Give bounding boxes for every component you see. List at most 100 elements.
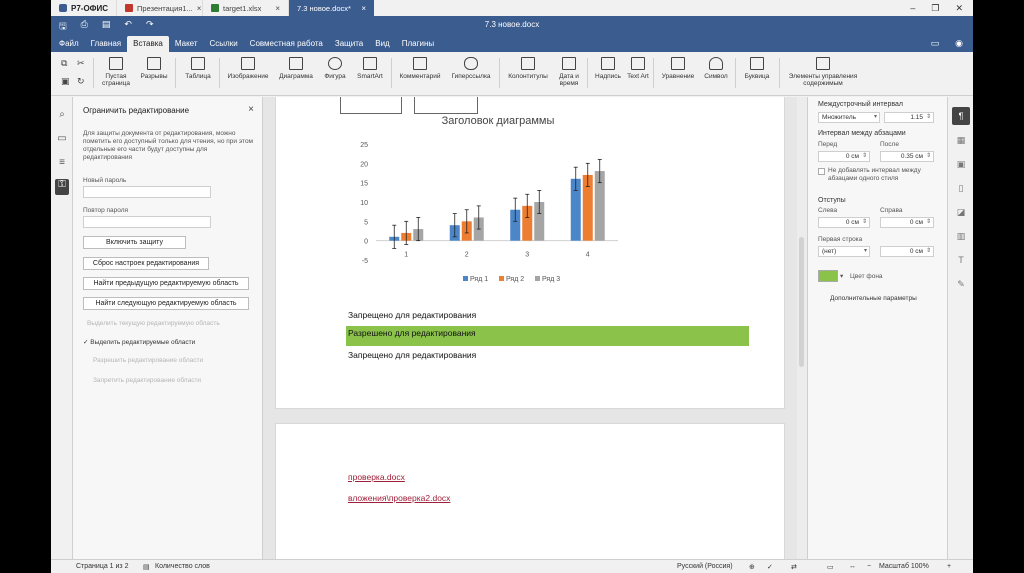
- table-button[interactable]: Таблица: [181, 57, 215, 80]
- tab-protection[interactable]: Защита: [329, 36, 369, 52]
- minimize-icon[interactable]: –: [910, 3, 915, 14]
- equation-button[interactable]: Уравнение: [657, 57, 699, 80]
- globe-icon[interactable]: ⊕: [749, 563, 755, 571]
- line-spacing-value[interactable]: 1.15 ⇕: [884, 112, 934, 123]
- line-spacing-mode-select[interactable]: Множитель ▾: [818, 112, 880, 123]
- advanced-settings-link[interactable]: Дополнительные параметры: [830, 295, 917, 302]
- new-password-input[interactable]: [83, 186, 211, 198]
- text-art-icon: [631, 57, 645, 70]
- zoom-out-icon[interactable]: −: [867, 563, 871, 570]
- image-button[interactable]: Изображение: [223, 57, 273, 80]
- enable-protection-button[interactable]: Включить защиту: [83, 236, 186, 249]
- tab-references[interactable]: Ссылки: [204, 36, 244, 52]
- language-selector[interactable]: Русский (Россия): [677, 563, 733, 570]
- page-1[interactable]: Заголовок диаграммы 25 20 15 10 5 0 -5 1 2 3 4 Ряд 1…: [275, 97, 785, 409]
- button-label: Надпись: [595, 73, 621, 80]
- restrict-editing-icon[interactable]: ⚿: [55, 179, 69, 195]
- reset-settings-button[interactable]: Сброс настроек редактирования: [83, 257, 209, 270]
- table-settings-icon[interactable]: ▦: [955, 135, 967, 147]
- hyperlink-button[interactable]: Гиперссылка: [447, 57, 495, 80]
- close-icon[interactable]: ×: [361, 4, 366, 13]
- close-icon[interactable]: ×: [197, 4, 202, 13]
- doc-line-forbidden[interactable]: Запрещено для редактирования: [348, 350, 476, 360]
- header-footer-button[interactable]: Колонтитулы: [503, 57, 553, 80]
- chart-button[interactable]: Диаграмма: [275, 57, 317, 80]
- spellcheck-icon[interactable]: ✓: [767, 563, 773, 571]
- page-indicator[interactable]: Страница 1 из 2: [76, 563, 128, 570]
- doc-line-allowed[interactable]: Разрешено для редактирования: [346, 326, 749, 346]
- folder-icon[interactable]: ▭: [931, 38, 940, 49]
- textart-settings-icon[interactable]: T: [955, 255, 967, 267]
- paste-icon[interactable]: ▣: [61, 76, 70, 87]
- y-tick-label: 5: [364, 219, 368, 226]
- bar-chart[interactable]: Заголовок диаграммы 25 20 15 10 5 0 -5 1 2 3 4 Ряд 1…: [348, 110, 648, 290]
- close-icon[interactable]: ×: [248, 104, 254, 115]
- find-previous-button[interactable]: Найти предыдущую редактируемую область: [83, 277, 249, 290]
- no-spacing-checkbox[interactable]: [818, 168, 825, 175]
- doc-line-forbidden[interactable]: Запрещено для редактирования: [348, 310, 476, 320]
- blank-page-button[interactable]: Пустая страница: [99, 57, 133, 87]
- breaks-button[interactable]: Разрывы: [137, 57, 171, 80]
- tab-view[interactable]: Вид: [369, 36, 395, 52]
- tab-document[interactable]: 7.3 новое.docx* ×: [288, 0, 375, 16]
- word-count[interactable]: Количество слов: [155, 563, 210, 570]
- chart-settings-icon[interactable]: ▥: [955, 231, 967, 243]
- fit-page-icon[interactable]: ▭: [827, 563, 834, 571]
- header-footer-settings-icon[interactable]: ▯: [955, 183, 967, 195]
- comment-button[interactable]: Комментарий: [395, 57, 445, 80]
- date-time-button[interactable]: Дата и время: [555, 57, 583, 87]
- doc-link[interactable]: вложения\проверка2.docx: [348, 493, 450, 503]
- cut-icon[interactable]: ✂: [77, 58, 85, 69]
- bg-color-swatch[interactable]: [818, 270, 838, 282]
- tab-insert[interactable]: Вставка: [127, 36, 169, 52]
- signature-settings-icon[interactable]: ✎: [955, 279, 967, 291]
- search-icon[interactable]: ⌕: [56, 109, 68, 121]
- restore-icon[interactable]: ❐: [931, 3, 939, 14]
- highlight-editable-checkbox[interactable]: ✓ Выделить редактируемые области: [83, 338, 195, 346]
- tab-layout[interactable]: Макет: [169, 36, 204, 52]
- repeat-password-input[interactable]: [83, 216, 211, 228]
- vertical-scrollbar[interactable]: [797, 97, 807, 559]
- document-canvas[interactable]: Заголовок диаграммы 25 20 15 10 5 0 -5 1 2 3 4 Ряд 1…: [263, 97, 807, 559]
- first-line-select[interactable]: (нет) ▾: [818, 246, 870, 257]
- doc-link[interactable]: проверка.docx: [348, 472, 405, 482]
- tab-presentation[interactable]: Презентация1... ×: [116, 0, 202, 16]
- paragraph-settings-icon[interactable]: ¶: [952, 107, 970, 125]
- left-indent-input[interactable]: 0 см ⇕: [818, 217, 870, 228]
- image-settings-icon[interactable]: ▣: [955, 159, 967, 171]
- text-box-button[interactable]: Надпись: [591, 57, 625, 80]
- comments-icon[interactable]: ▭: [56, 133, 68, 145]
- user-icon[interactable]: ◉: [955, 38, 963, 49]
- symbol-button[interactable]: Символ: [701, 57, 731, 80]
- smartart-button[interactable]: SmartArt: [353, 57, 387, 80]
- new-password-label: Новый пароль: [83, 177, 127, 184]
- format-painter-icon[interactable]: ↻: [77, 76, 85, 87]
- track-changes-icon[interactable]: ⇄: [791, 563, 797, 571]
- tab-home[interactable]: Главная: [85, 36, 127, 52]
- content-controls-button[interactable]: Элементы управления содержимым: [783, 57, 863, 87]
- close-window-icon[interactable]: ✕: [955, 3, 963, 14]
- tab-file[interactable]: Файл: [53, 36, 85, 52]
- chevron-down-icon[interactable]: ▾: [840, 272, 843, 280]
- tab-collaboration[interactable]: Совместная работа: [244, 36, 329, 52]
- tab-plugins[interactable]: Плагины: [396, 36, 440, 52]
- after-spacing-input[interactable]: 0.35 см ⇕: [880, 151, 934, 162]
- right-indent-input[interactable]: 0 см ⇕: [880, 217, 934, 228]
- before-spacing-input[interactable]: 0 см ⇕: [818, 151, 870, 162]
- shape-settings-icon[interactable]: ◪: [955, 207, 967, 219]
- shape-button[interactable]: Фигура: [319, 57, 351, 80]
- text-art-button[interactable]: Text Art: [627, 57, 649, 80]
- close-icon[interactable]: ×: [275, 4, 280, 13]
- copy-icon[interactable]: ⧉: [61, 58, 67, 69]
- scroll-thumb[interactable]: [799, 237, 804, 367]
- find-next-button[interactable]: Найти следующую редактируемую область: [83, 297, 249, 310]
- zoom-level[interactable]: Масштаб 100%: [879, 563, 929, 570]
- navigation-icon[interactable]: ≡: [56, 157, 68, 169]
- drop-cap-button[interactable]: Буквица: [739, 57, 775, 80]
- zoom-in-icon[interactable]: +: [947, 563, 951, 570]
- tab-spreadsheet[interactable]: target1.xlsx ×: [202, 0, 288, 16]
- shape-icon: [328, 57, 342, 70]
- first-line-input[interactable]: 0 см ⇕: [880, 246, 934, 257]
- page-2[interactable]: проверка.docx вложения\проверка2.docx: [275, 423, 785, 559]
- fit-width-icon[interactable]: ↔: [849, 563, 856, 570]
